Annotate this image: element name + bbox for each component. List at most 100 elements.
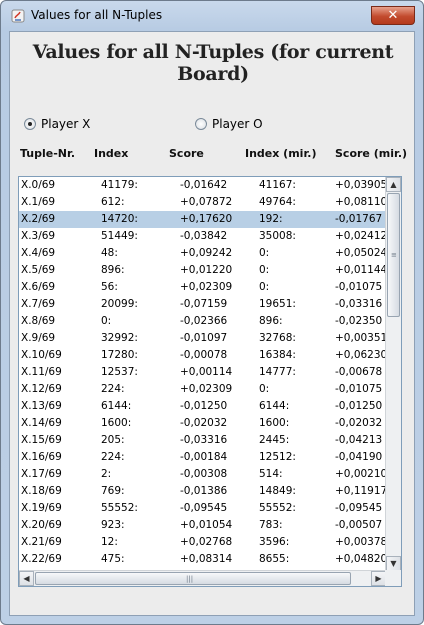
cell-tuple-nr: X.5/69 <box>21 264 56 276</box>
table-row[interactable]: X.6/69 56: +0,02309 0: -0,01075 <box>19 279 386 296</box>
cell-score: +0,17620 <box>180 213 233 225</box>
cell-score: -0,00308 <box>180 468 228 480</box>
cell-score: -0,03842 <box>180 230 228 242</box>
table-row[interactable]: X.3/69 51449: -0,03842 35008: +0,02412 <box>19 228 386 245</box>
radio-player-o[interactable]: Player O <box>195 117 263 131</box>
cell-score: +0,07872 <box>180 196 233 208</box>
radio-player-x-label: Player X <box>41 117 91 131</box>
cell-index-mirrored: 192: <box>259 213 283 225</box>
header-tuple-nr: Tuple-Nr. <box>20 147 76 160</box>
table-row[interactable]: X.15/69 205: -0,03316 2445: -0,04213 <box>19 432 386 449</box>
close-icon: ✕ <box>387 8 399 23</box>
table-row[interactable]: X.8/69 0: -0,02366 896: -0,02350 <box>19 313 386 330</box>
cell-score: +0,01054 <box>180 519 233 531</box>
header-score-mirrored: Score (mir.) <box>335 147 408 160</box>
cell-index-mirrored: 14849: <box>259 485 296 497</box>
table-row[interactable]: X.10/69 17280: -0,00078 16384: +0,06230 <box>19 347 386 364</box>
cell-index: 12537: <box>101 366 138 378</box>
window-title: Values for all N-Tuples <box>31 8 163 22</box>
cell-index-mirrored: 41167: <box>259 179 296 191</box>
cell-score: -0,00184 <box>180 451 228 463</box>
cell-index-mirrored: 19651: <box>259 298 296 310</box>
table-row[interactable]: X.13/69 6144: -0,01250 6144: -0,01250 <box>19 398 386 415</box>
cell-score-mirrored: +0,11917 <box>335 485 386 497</box>
cell-score: -0,02032 <box>180 417 228 429</box>
cell-index: 41179: <box>101 179 138 191</box>
table-row[interactable]: X.4/69 48: +0,09242 0: +0,05024 <box>19 245 386 262</box>
cell-index-mirrored: 3596: <box>259 536 290 548</box>
vertical-scroll-thumb[interactable]: ≡ <box>387 193 400 317</box>
table-row[interactable]: X.16/69 224: -0,00184 12512: -0,04190 <box>19 449 386 466</box>
horizontal-scrollbar[interactable]: ◀ ||| ▶ <box>19 570 386 586</box>
vertical-scrollbar[interactable]: ▲ ≡ ▼ <box>385 177 401 571</box>
cell-score: -0,01642 <box>180 179 228 191</box>
table-row[interactable]: X.9/69 32992: -0,01097 32768: +0,00351 <box>19 330 386 347</box>
title-bar[interactable]: Values for all N-Tuples ✕ <box>1 1 423 29</box>
table-row[interactable]: X.12/69 224: +0,02309 0: -0,01075 <box>19 381 386 398</box>
table-row[interactable]: X.17/69 2: -0,00308 514: +0,00210 <box>19 466 386 483</box>
table-row[interactable]: X.19/69 55552: -0,09545 55552: -0,09545 <box>19 500 386 517</box>
table-row[interactable]: X.18/69 769: -0,01386 14849: +0,11917 <box>19 483 386 500</box>
scroll-left-button[interactable]: ◀ <box>19 571 34 586</box>
cell-score-mirrored: -0,01075 <box>335 383 383 395</box>
cell-index: 475: <box>101 553 125 565</box>
cell-score-mirrored: -0,01075 <box>335 281 383 293</box>
scroll-down-button[interactable]: ▼ <box>386 556 401 571</box>
cell-index: 55552: <box>101 502 138 514</box>
cell-index: 896: <box>101 264 125 276</box>
cell-score-mirrored: -0,01767 <box>335 213 383 225</box>
cell-tuple-nr: X.21/69 <box>21 536 62 548</box>
cell-score-mirrored: +0,00210 <box>335 468 386 480</box>
cell-tuple-nr: X.12/69 <box>21 383 62 395</box>
tuple-values-table[interactable]: X.0/69 41179: -0,01642 41167: +0,03905 X.1/69… <box>18 176 402 587</box>
table-row[interactable]: X.11/69 12537: +0,00114 14777: -0,00678 <box>19 364 386 381</box>
cell-score: +0,02309 <box>180 281 233 293</box>
table-row[interactable]: X.20/69 923: +0,01054 783: -0,00507 <box>19 517 386 534</box>
horizontal-scroll-thumb[interactable]: ||| <box>35 572 351 585</box>
cell-score: +0,09242 <box>180 247 233 259</box>
close-button[interactable]: ✕ <box>371 6 415 25</box>
column-headers: Tuple-Nr. Index Score Index (mir.) Score… <box>10 147 414 163</box>
cell-tuple-nr: X.2/69 <box>21 213 56 225</box>
cell-tuple-nr: X.1/69 <box>21 196 56 208</box>
cell-index: 0: <box>101 315 112 327</box>
arrow-down-icon: ▼ <box>390 559 397 568</box>
cell-index: 48: <box>101 247 118 259</box>
scroll-right-button[interactable]: ▶ <box>371 571 386 586</box>
table-row[interactable]: X.7/69 20099: -0,07159 19651: -0,03316 <box>19 296 386 313</box>
table-row[interactable]: X.1/69 612: +0,07872 49764: +0,08110 <box>19 194 386 211</box>
cell-index: 56: <box>101 281 118 293</box>
cell-score: -0,03316 <box>180 434 228 446</box>
table-row[interactable]: X.0/69 41179: -0,01642 41167: +0,03905 <box>19 177 386 194</box>
table-body[interactable]: X.0/69 41179: -0,01642 41167: +0,03905 X.1/69… <box>19 177 386 571</box>
table-row[interactable]: X.2/69 14720: +0,17620 192: -0,01767 <box>19 211 386 228</box>
cell-index: 769: <box>101 485 125 497</box>
cell-index-mirrored: 0: <box>259 383 270 395</box>
cell-tuple-nr: X.20/69 <box>21 519 62 531</box>
cell-index-mirrored: 6144: <box>259 400 290 412</box>
cell-tuple-nr: X.22/69 <box>21 553 62 565</box>
arrow-right-icon: ▶ <box>375 574 382 583</box>
cell-index: 20099: <box>101 298 138 310</box>
java-app-icon <box>11 9 25 23</box>
table-row[interactable]: X.22/69 475: +0,08314 8655: +0,04820 <box>19 551 386 568</box>
cell-score-mirrored: +0,04820 <box>335 553 386 565</box>
cell-tuple-nr: X.4/69 <box>21 247 56 259</box>
cell-tuple-nr: X.6/69 <box>21 281 56 293</box>
cell-index: 17280: <box>101 349 138 361</box>
cell-score: +0,02768 <box>180 536 233 548</box>
cell-score-mirrored: +0,01144 <box>335 264 386 276</box>
cell-score-mirrored: -0,04213 <box>335 434 383 446</box>
table-row[interactable]: X.5/69 896: +0,01220 0: +0,01144 <box>19 262 386 279</box>
table-row[interactable]: X.14/69 1600: -0,02032 1600: -0,02032 <box>19 415 386 432</box>
cell-score-mirrored: +0,05024 <box>335 247 386 259</box>
cell-index-mirrored: 35008: <box>259 230 296 242</box>
cell-score-mirrored: +0,03905 <box>335 179 386 191</box>
cell-index: 12: <box>101 536 118 548</box>
table-row[interactable]: X.21/69 12: +0,02768 3596: +0,00378 <box>19 534 386 551</box>
scroll-up-button[interactable]: ▲ <box>386 177 401 192</box>
cell-score: -0,02366 <box>180 315 228 327</box>
radio-player-x[interactable]: Player X <box>24 117 90 131</box>
cell-index-mirrored: 2445: <box>259 434 290 446</box>
app-window: Values for all N-Tuples ✕ Values for all… <box>0 0 424 625</box>
